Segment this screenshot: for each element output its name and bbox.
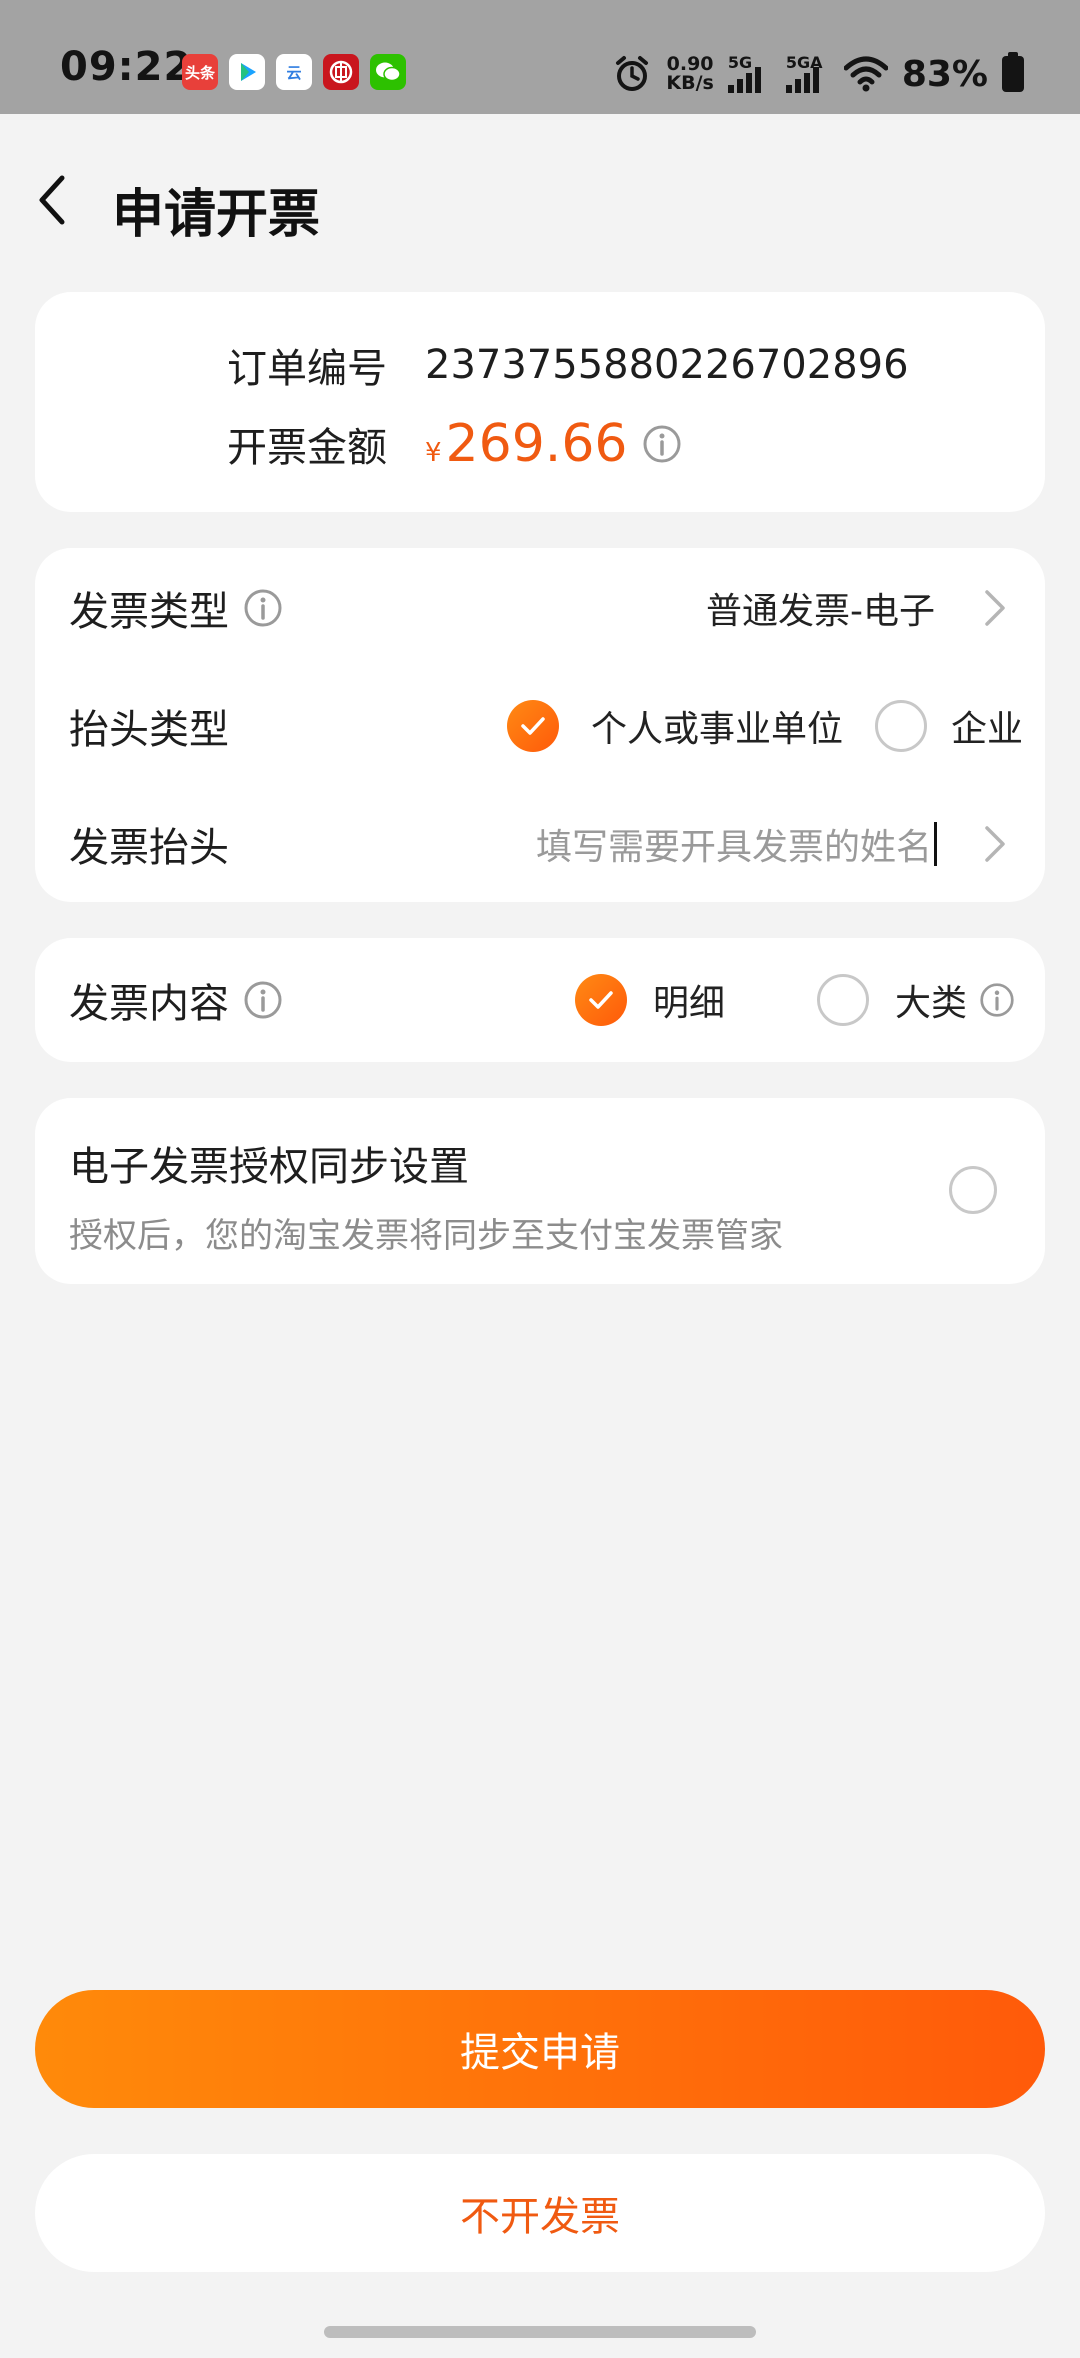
- invoice-content-info-icon[interactable]: [243, 980, 283, 1020]
- chevron-left-icon: [39, 175, 65, 225]
- title-type-option-company[interactable]: 企业: [875, 700, 1023, 752]
- signal-5g-icon: 5G: [727, 53, 772, 95]
- invoice-content-row: 发票内容 明细 大类: [35, 950, 1045, 1050]
- title-type-row: 抬头类型 个人或事业单位 企业: [35, 676, 1045, 776]
- invoice-amount-value: 269.66: [445, 414, 628, 474]
- signal-5ga-icon: 5GA: [785, 53, 830, 95]
- cloud-app-label: 云: [286, 63, 302, 82]
- radio-category[interactable]: [817, 974, 869, 1026]
- content-detail-label: 明细: [653, 983, 726, 1024]
- invoice-amount-row: 开票金额 ¥ 269.66: [227, 414, 682, 474]
- invoice-content-label: 发票内容: [69, 981, 229, 1027]
- radio-company[interactable]: [875, 700, 927, 752]
- no-invoice-button[interactable]: 不开发票: [35, 2154, 1045, 2272]
- auth-sync-card: 电子发票授权同步设置 授权后，您的淘宝发票将同步至支付宝发票管家: [35, 1098, 1045, 1284]
- invoice-title-input[interactable]: 填写需要开具发票的姓名: [536, 818, 937, 870]
- chevron-right-icon: [985, 826, 1005, 862]
- invoice-type-row[interactable]: 发票类型 普通发票-电子: [35, 558, 1045, 658]
- invoice-type-info-icon[interactable]: [243, 588, 283, 628]
- invoice-details-card: 发票类型 普通发票-电子 抬头类型 个人或事业单位 企业 发票抬头 填写需要开具…: [35, 548, 1045, 902]
- invoice-type-label: 发票类型: [69, 589, 229, 635]
- page-header: 申请开票: [0, 114, 1080, 290]
- chevron-right-icon: [985, 590, 1005, 626]
- toutiao-app-icon: 头条: [182, 54, 218, 90]
- invoice-title-placeholder: 填写需要开具发票的姓名: [535, 827, 932, 868]
- toutiao-app-label: 头条: [184, 63, 215, 82]
- net-speed: 0.90 KB/s: [666, 55, 713, 93]
- status-bar: 09:22 头条 云 0.90 KB/s 5G 5GA 83%: [0, 0, 1080, 114]
- invoice-amount-label: 开票金额: [227, 425, 387, 471]
- submit-button[interactable]: 提交申请: [35, 1990, 1045, 2108]
- title-type-company-label: 企业: [951, 709, 1024, 750]
- content-option-category[interactable]: 大类: [817, 974, 1015, 1026]
- invoice-content-card: 发票内容 明细 大类: [35, 938, 1045, 1062]
- wechat-app-icon: [370, 54, 406, 90]
- title-type-option-personal[interactable]: 个人或事业单位: [507, 700, 843, 752]
- title-type-personal-label: 个人或事业单位: [591, 709, 844, 750]
- text-caret: [934, 822, 937, 866]
- net-speed-unit: KB/s: [666, 72, 714, 94]
- home-indicator[interactable]: [324, 2326, 756, 2338]
- currency-symbol: ¥: [425, 438, 442, 468]
- battery-percent: 83%: [901, 53, 988, 95]
- auth-sync-title: 电子发票授权同步设置: [69, 1144, 469, 1190]
- order-number-row: 订单编号 2373755880226702896: [227, 336, 909, 394]
- invoice-type-value: 普通发票-电子: [706, 591, 935, 632]
- category-info-icon[interactable]: [979, 982, 1015, 1018]
- title-type-label: 抬头类型: [69, 707, 229, 753]
- cloud-app-icon: 云: [276, 54, 312, 90]
- invoice-title-row[interactable]: 发票抬头 填写需要开具发票的姓名: [35, 794, 1045, 894]
- bank-app-icon: [323, 54, 359, 90]
- radio-personal-checked[interactable]: [507, 700, 559, 752]
- check-icon: [521, 717, 545, 735]
- alarm-icon: [616, 56, 649, 91]
- invoice-title-label: 发票抬头: [69, 825, 229, 871]
- page-title: 申请开票: [112, 185, 321, 245]
- order-number-label: 订单编号: [227, 346, 387, 392]
- invoice-amount: ¥ 269.66: [425, 414, 628, 474]
- order-card: 订单编号 2373755880226702896 开票金额 ¥ 269.66: [35, 292, 1045, 512]
- check-icon: [589, 991, 613, 1009]
- status-time: 09:22: [60, 44, 193, 90]
- content-option-detail[interactable]: 明细: [575, 974, 725, 1026]
- order-number-value: 2373755880226702896: [425, 342, 909, 388]
- video-play-app-icon: [229, 54, 265, 90]
- back-button[interactable]: [30, 164, 90, 236]
- wifi-icon: [843, 56, 888, 92]
- status-indicators: 0.90 KB/s 5G 5GA 83%: [612, 50, 1024, 98]
- radio-detail-checked[interactable]: [575, 974, 627, 1026]
- auth-sync-toggle[interactable]: [949, 1166, 997, 1214]
- content-category-label: 大类: [895, 983, 968, 1024]
- amount-info-icon[interactable]: [642, 424, 682, 464]
- auth-sync-description: 授权后，您的淘宝发票将同步至支付宝发票管家: [69, 1216, 783, 1256]
- status-app-icons: 头条 云: [182, 54, 406, 90]
- battery-icon: [1002, 52, 1024, 92]
